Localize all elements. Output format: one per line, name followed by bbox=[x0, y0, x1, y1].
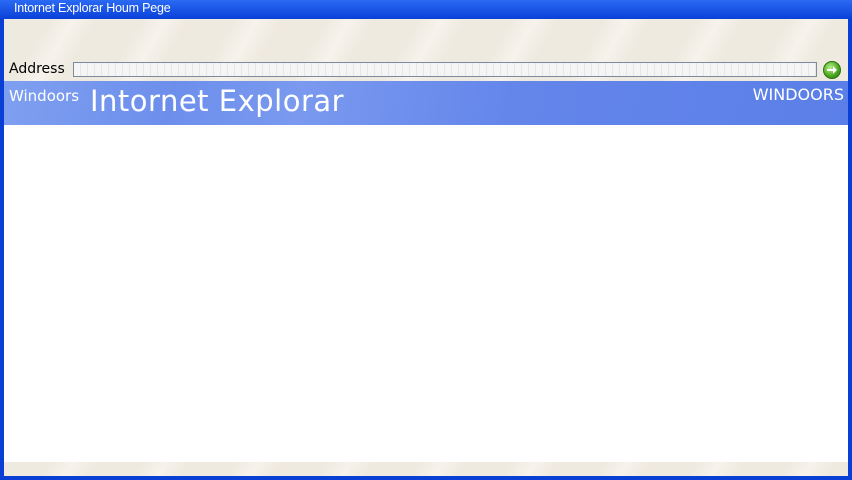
page-content bbox=[4, 125, 848, 462]
page-title: Intornet Explorar bbox=[90, 84, 345, 118]
address-label: Address bbox=[9, 61, 65, 77]
green-arrow-go-icon bbox=[827, 66, 837, 74]
banner-brand-right: WINDOORS bbox=[752, 85, 844, 104]
banner-brand-left: Windoors bbox=[9, 87, 80, 105]
title-bar[interactable]: Intornet Explorar Houm Pege bbox=[0, 0, 852, 19]
go-button[interactable] bbox=[823, 61, 841, 79]
page-banner: Windoors Intornet Explorar WINDOORS bbox=[4, 81, 848, 125]
toolbar-area: Address bbox=[4, 19, 848, 81]
browser-window: Intornet Explorar Houm Pege Address Wind… bbox=[0, 0, 852, 480]
address-input[interactable] bbox=[73, 62, 817, 77]
window-title: Intornet Explorar Houm Pege bbox=[14, 1, 171, 15]
status-bar bbox=[4, 462, 848, 476]
